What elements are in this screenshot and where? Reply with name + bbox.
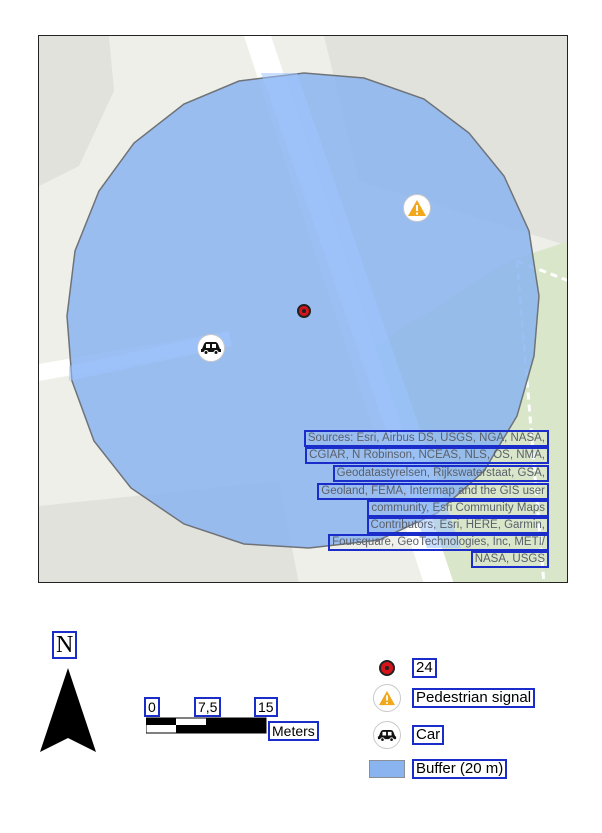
- target-dot-icon: [368, 653, 406, 683]
- attribution-line: NASA, USGS: [470, 551, 549, 568]
- car-marker[interactable]: [197, 334, 225, 362]
- poi-24-marker[interactable]: [297, 304, 311, 318]
- warning-triangle-icon: [368, 683, 406, 713]
- attribution-line: Geodatastyrelsen, Rijkswaterstaat, GSA,: [332, 465, 549, 482]
- legend-label: Buffer (20 m): [412, 759, 508, 779]
- scale-tick-label: 15: [254, 697, 278, 717]
- scale-bar: 0 7,5 15 Meters: [142, 697, 332, 747]
- legend-label: Car: [412, 725, 445, 745]
- north-arrow-icon: [40, 668, 96, 752]
- scale-bar-graphic: [146, 717, 267, 734]
- scale-tick-label: 0: [144, 697, 160, 717]
- legend-label: 24: [412, 658, 437, 678]
- pedestrian-signal-marker[interactable]: [403, 194, 431, 222]
- scale-unit-label: Meters: [268, 721, 319, 741]
- attribution-line: community, Esri Community Maps: [367, 500, 549, 517]
- attribution-line: Contributors, Esri, HERE, Garmin,: [366, 517, 549, 534]
- legend-item: 24: [368, 653, 437, 683]
- attribution-line: Geoland, FEMA, Intermap and the GIS user: [317, 483, 549, 500]
- map-frame[interactable]: Sources: Esri, Airbus DS, USGS, NGA, NAS…: [38, 35, 568, 583]
- warning-triangle-icon: [408, 200, 426, 216]
- north-label: N: [52, 631, 78, 659]
- legend-item: Buffer (20 m): [368, 754, 508, 784]
- attribution-line: Foursquare, GeoTechnologies, Inc, METI/: [328, 534, 549, 551]
- buffer-swatch: [368, 754, 406, 784]
- attribution-line: Sources: Esri, Airbus DS, USGS, NGA, NAS…: [303, 430, 549, 447]
- legend-item: Pedestrian signal: [368, 683, 536, 713]
- legend-item: Car: [368, 720, 445, 750]
- car-icon: [201, 342, 221, 355]
- legend: 24 Pedestrian signal Car Buffer (20 m): [368, 653, 568, 793]
- car-icon: [368, 720, 406, 750]
- north-arrow: N: [38, 628, 98, 758]
- legend-label: Pedestrian signal: [412, 688, 536, 708]
- attribution-line: CGIAR, N Robinson, NCEAS, NLS, OS, NMA,: [305, 447, 549, 464]
- scale-tick-label: 7,5: [194, 697, 222, 717]
